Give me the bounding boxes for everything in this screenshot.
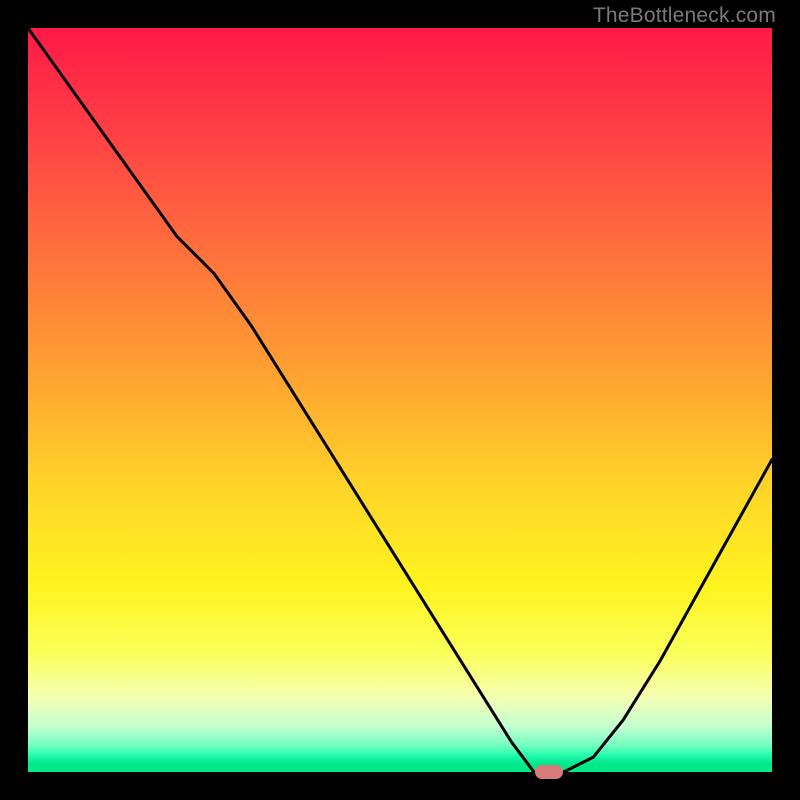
bottleneck-curve — [28, 28, 772, 772]
plot-area — [28, 28, 772, 772]
watermark-text: TheBottleneck.com — [593, 4, 776, 28]
chart-frame: TheBottleneck.com — [0, 0, 800, 800]
optimal-marker — [535, 765, 563, 779]
